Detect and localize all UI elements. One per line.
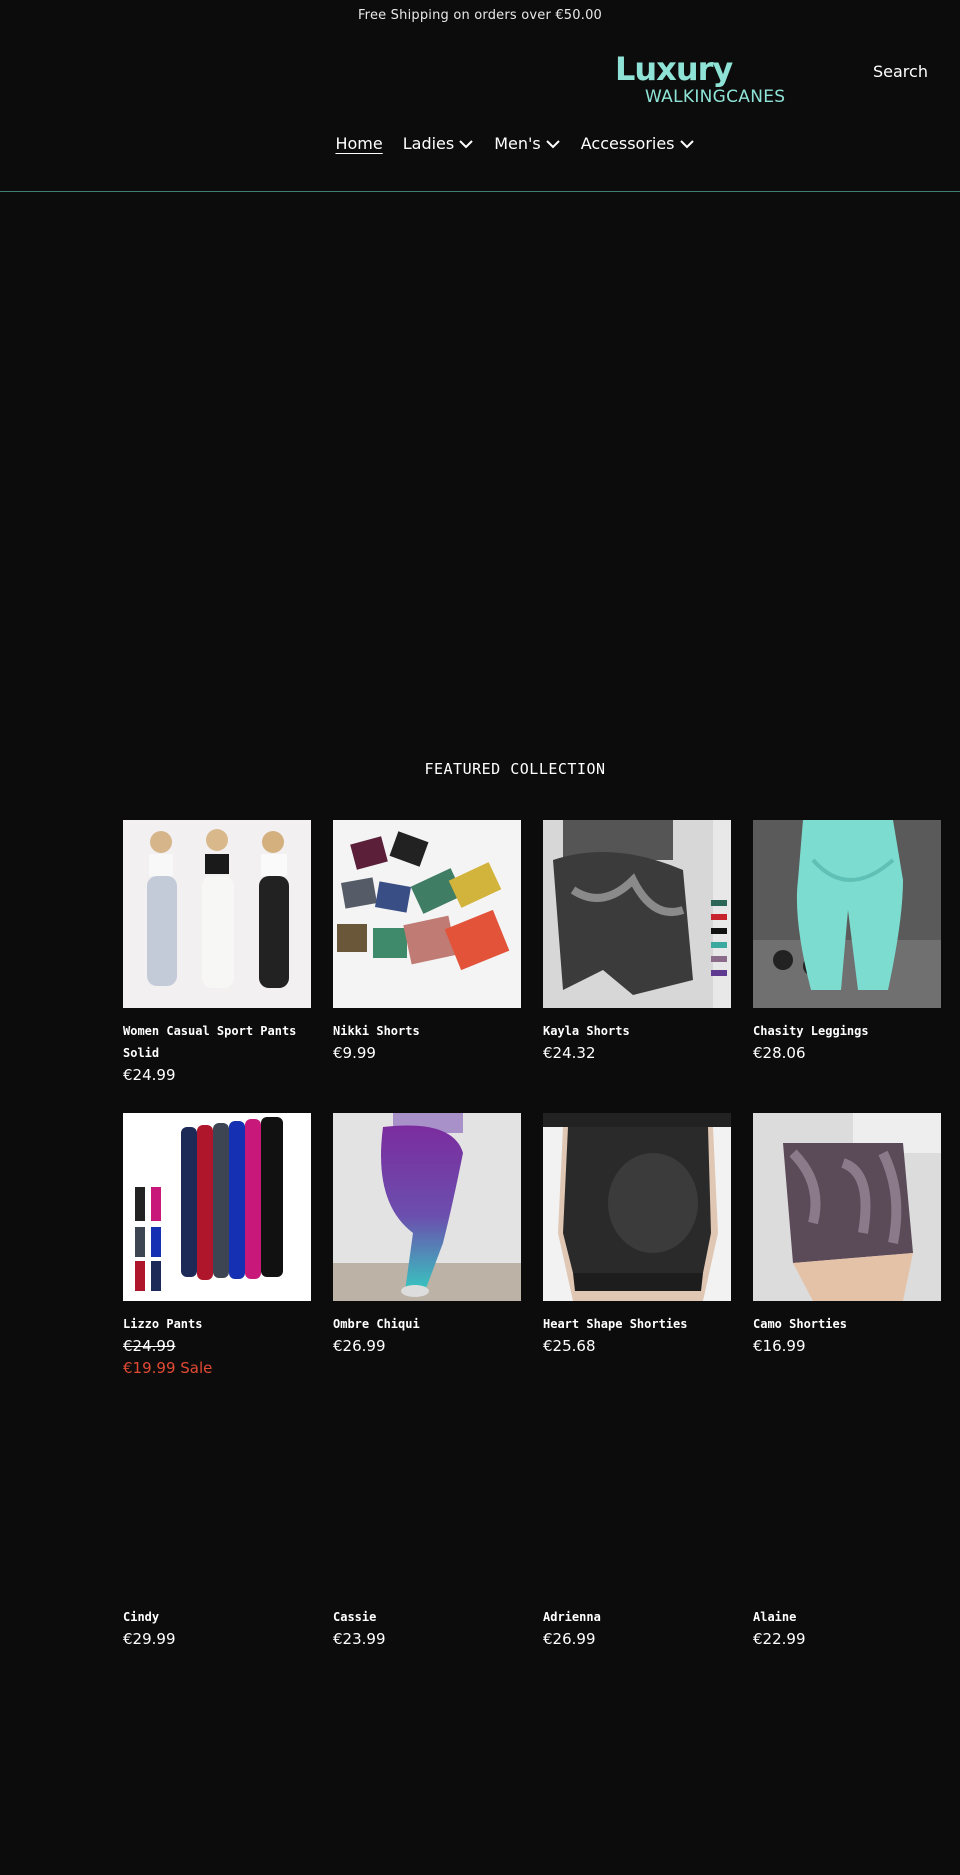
product-card[interactable]: Kayla Shorts €24.32 xyxy=(543,820,731,1064)
product-title: Nikki Shorts xyxy=(333,1024,420,1038)
product-image xyxy=(333,1113,521,1301)
product-title: Cassie xyxy=(333,1610,377,1624)
product-compare-price: €24.99 xyxy=(123,1337,176,1355)
product-card[interactable]: Cassie €23.99 xyxy=(333,1406,521,1650)
chevron-down-icon xyxy=(679,140,694,149)
product-price: €16.99 xyxy=(753,1337,806,1355)
product-card[interactable]: Adrienna €26.99 xyxy=(543,1406,731,1650)
product-sale-price: €19.99 Sale xyxy=(123,1359,213,1377)
product-card[interactable]: Cindy €29.99 xyxy=(123,1406,311,1650)
logo-line-2: WALKINGCANES xyxy=(645,87,786,107)
nav-item-label: Accessories xyxy=(580,134,675,153)
section-title: FEATURED COLLECTION xyxy=(424,760,606,778)
product-card[interactable]: Heart Shape Shorties €25.68 xyxy=(543,1113,731,1357)
nav-item-label: Home xyxy=(335,134,383,153)
product-image xyxy=(123,820,311,1008)
nav-item-label: Ladies xyxy=(402,134,455,153)
nav-item-accessories[interactable]: Accessories xyxy=(581,130,695,158)
product-price: €9.99 xyxy=(333,1044,376,1062)
product-price: €26.99 xyxy=(333,1337,386,1355)
product-title: Alaine xyxy=(753,1610,797,1624)
nav-item-ladies[interactable]: Ladies xyxy=(403,130,475,158)
product-image xyxy=(753,820,941,1008)
logo-line-1: Luxury xyxy=(615,50,733,88)
product-image xyxy=(333,1406,521,1594)
product-image xyxy=(543,820,731,1008)
chevron-down-icon xyxy=(459,140,473,149)
product-card[interactable]: Lizzo Pants €24.99 €19.99 Sale xyxy=(123,1113,311,1379)
product-image xyxy=(123,1113,311,1301)
product-title: Lizzo Pants xyxy=(123,1317,203,1331)
product-price: €26.99 xyxy=(543,1630,596,1648)
nav-item-home[interactable]: Home xyxy=(335,130,382,158)
announcement-bar: Free Shipping on orders over €50.00 xyxy=(357,8,603,23)
product-image xyxy=(543,1406,731,1594)
nav-item-mens[interactable]: Men's xyxy=(494,130,561,158)
nav-item-label: Men's xyxy=(494,134,541,153)
product-title: Chasity Leggings xyxy=(753,1024,869,1038)
product-card[interactable]: Nikki Shorts €9.99 xyxy=(333,820,521,1064)
product-price: €24.99 xyxy=(123,1066,176,1084)
product-image xyxy=(753,1113,941,1301)
product-title: Heart Shape Shorties xyxy=(543,1317,688,1331)
product-card[interactable]: Women Casual Sport Pants Solid €24.99 xyxy=(123,820,311,1086)
product-price: €24.32 xyxy=(543,1044,596,1062)
main-nav: Home Ladies Men's Accessories xyxy=(0,130,960,158)
product-price: €29.99 xyxy=(123,1630,176,1648)
product-card[interactable]: Camo Shorties €16.99 xyxy=(753,1113,941,1357)
product-title: Camo Shorties xyxy=(753,1317,847,1331)
product-image xyxy=(333,820,521,1008)
product-title: Women Casual Sport Pants Solid xyxy=(123,1024,297,1060)
product-title: Adrienna xyxy=(543,1610,601,1624)
product-image xyxy=(543,1113,731,1301)
product-title: Cindy xyxy=(123,1610,160,1624)
product-price: €23.99 xyxy=(333,1630,386,1648)
product-title: Ombre Chiqui xyxy=(333,1317,420,1331)
store-logo[interactable]: Luxury WALKINGCANES xyxy=(612,50,786,110)
product-image xyxy=(753,1406,941,1594)
product-card[interactable]: Ombre Chiqui €26.99 xyxy=(333,1113,521,1357)
hero-banner xyxy=(0,192,960,712)
product-title: Kayla Shorts xyxy=(543,1024,630,1038)
product-price: €25.68 xyxy=(543,1337,596,1355)
product-card[interactable]: Chasity Leggings €28.06 xyxy=(753,820,941,1064)
chevron-down-icon xyxy=(546,140,560,149)
product-price: €22.99 xyxy=(753,1630,806,1648)
search-link[interactable]: Search xyxy=(873,60,928,84)
product-image xyxy=(123,1406,311,1594)
product-price: €28.06 xyxy=(753,1044,806,1062)
product-card[interactable]: Alaine €22.99 xyxy=(753,1406,941,1650)
